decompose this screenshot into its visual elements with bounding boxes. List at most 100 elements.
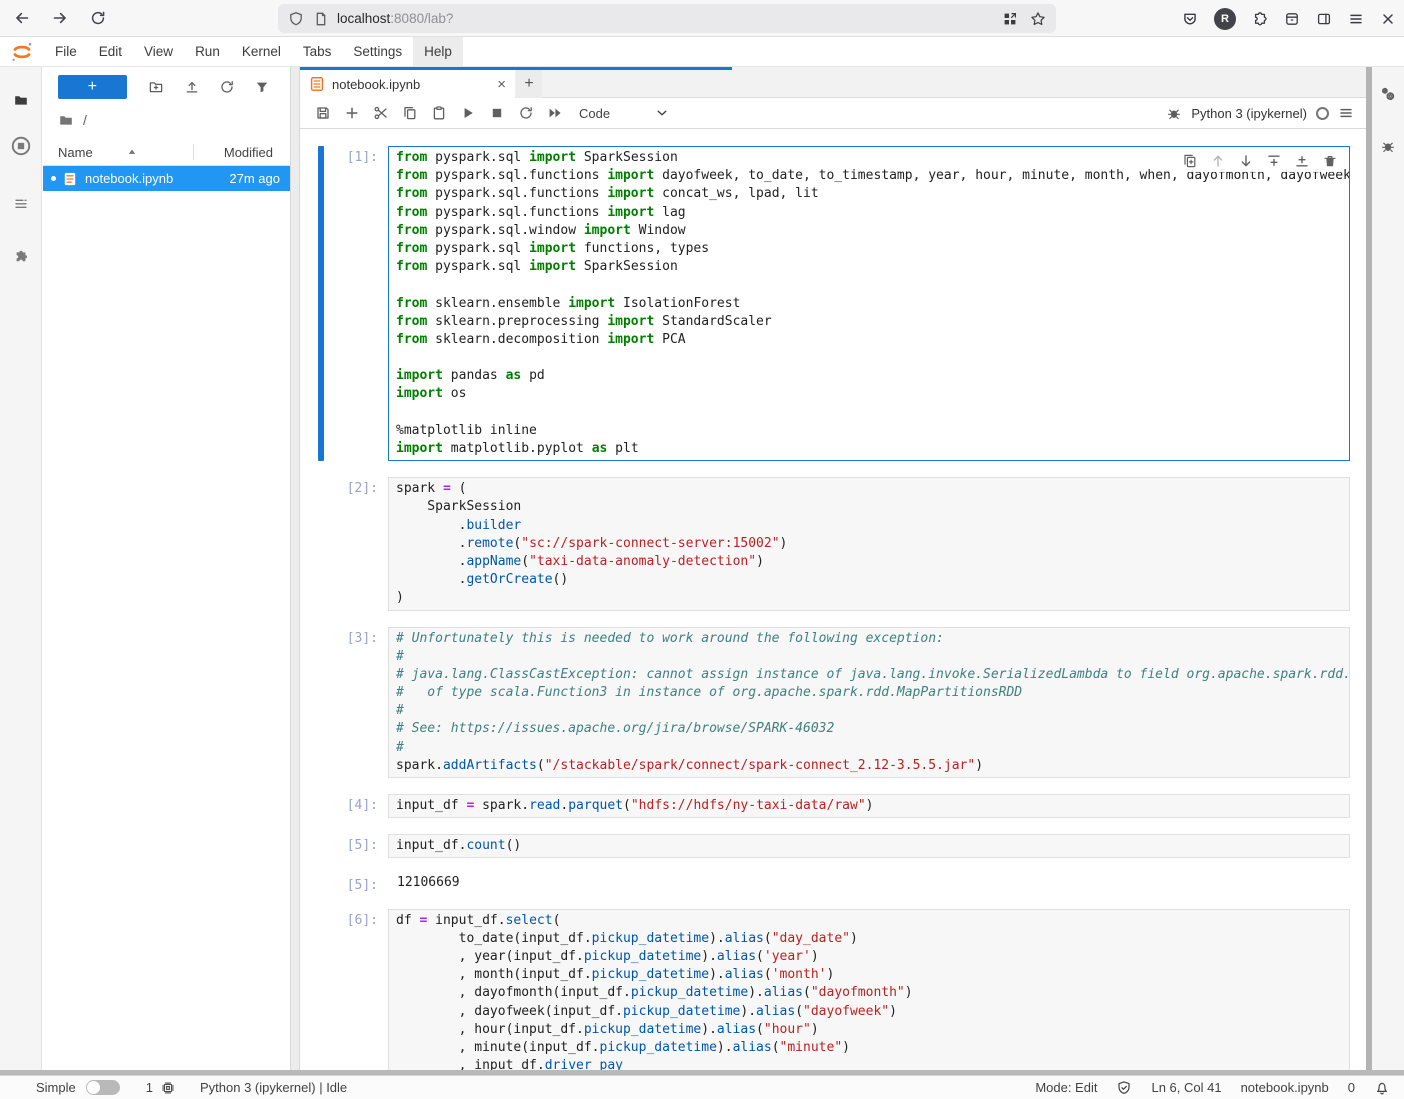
file-row-notebook[interactable]: notebook.ipynb 27m ago: [43, 166, 290, 191]
url-bar[interactable]: localhost:8080/lab?: [278, 4, 1056, 33]
menu-edit[interactable]: Edit: [88, 37, 133, 66]
cell-editor[interactable]: from pyspark.sql import SparkSessionfrom…: [388, 146, 1350, 461]
back-icon[interactable]: [6, 3, 38, 33]
file-browser-tab-icon[interactable]: [0, 85, 42, 115]
cell-input-prompt: [3]:: [300, 631, 378, 646]
code-cell-2[interactable]: [2]: spark = ( SparkSession .builder .rem…: [300, 477, 1366, 610]
menu-settings[interactable]: Settings: [342, 37, 413, 66]
page-icon[interactable]: [313, 11, 329, 27]
pocket-icon[interactable]: [1182, 11, 1198, 27]
jupyter-menubar: FileEditViewRunKernelTabsSettingsHelp: [0, 37, 1404, 67]
breadcrumb[interactable]: /: [43, 107, 290, 133]
notification-count: 0: [1348, 1080, 1355, 1095]
move-up-icon[interactable]: [1209, 152, 1227, 170]
column-name[interactable]: Name: [58, 145, 137, 160]
cell-editor[interactable]: spark = ( SparkSession .builder .remote(…: [388, 477, 1350, 610]
reload-icon[interactable]: [82, 3, 114, 33]
cell-type-dropdown[interactable]: Code: [579, 105, 670, 121]
insert-below-icon[interactable]: [1293, 152, 1311, 170]
close-icon[interactable]: [1380, 11, 1396, 27]
cell-collapser[interactable]: [318, 477, 324, 610]
panel-splitter[interactable]: [290, 67, 300, 1070]
table-of-contents-icon[interactable]: [0, 189, 42, 219]
cell-input-prompt: [4]:: [300, 798, 378, 813]
activity-bar: [0, 67, 42, 1070]
code-cell-5[interactable]: [5]:input_df.count(): [300, 834, 1366, 858]
statusbar: Simple 1 Python 3 (ipykernel) | Idle Mod…: [0, 1075, 1404, 1099]
code-cell-1[interactable]: [1]: from pyspark.sql import SparkSession…: [300, 146, 1366, 461]
insert-above-icon[interactable]: [1265, 152, 1283, 170]
debugger-icon[interactable]: [1166, 105, 1182, 121]
code-cell-3[interactable]: [3]: # Unfortunately this is needed to wo…: [300, 627, 1366, 779]
column-modified[interactable]: Modified: [224, 145, 275, 160]
screenshot-grid-icon[interactable]: [1002, 11, 1018, 27]
cell-editor[interactable]: # Unfortunately this is needed to work a…: [388, 627, 1350, 779]
notebook-tab-icon: [309, 76, 325, 92]
restart-kernel-icon[interactable]: [511, 100, 540, 126]
mode-indicator[interactable]: Mode: Edit: [1035, 1080, 1097, 1095]
shield-icon[interactable]: [288, 11, 304, 27]
menu-kernel[interactable]: Kernel: [231, 37, 292, 66]
tab-close-icon[interactable]: ×: [497, 76, 506, 93]
duplicate-icon[interactable]: [1181, 152, 1199, 170]
menu-tabs[interactable]: Tabs: [292, 37, 343, 66]
code-cell-4[interactable]: [4]: input_df = spark.read.parquet("hdfs:…: [300, 794, 1366, 818]
menu-help[interactable]: Help: [413, 37, 463, 66]
jupyter-logo: [0, 37, 44, 66]
copy-icon[interactable]: [395, 100, 424, 126]
add-cell-icon[interactable]: [337, 100, 366, 126]
debugger-sidebar-icon[interactable]: [1372, 133, 1404, 159]
chip-icon[interactable]: [160, 1080, 176, 1096]
new-launcher-button[interactable]: +: [58, 75, 127, 99]
menu-view[interactable]: View: [133, 37, 184, 66]
forward-icon[interactable]: [44, 3, 76, 33]
refresh-icon[interactable]: [209, 75, 244, 99]
extension-icon[interactable]: [1252, 11, 1268, 27]
delete-icon[interactable]: [1321, 152, 1339, 170]
cut-icon[interactable]: [366, 100, 395, 126]
cell-collapser[interactable]: [318, 909, 324, 1070]
toolbar-menu-icon[interactable]: [1338, 105, 1354, 121]
simple-mode-toggle[interactable]: [86, 1080, 120, 1095]
cursor-position[interactable]: Ln 6, Col 41: [1151, 1080, 1221, 1095]
new-tab-button[interactable]: +: [516, 70, 542, 98]
bell-icon[interactable]: [1374, 1080, 1390, 1096]
cell-input-prompt: [1]:: [300, 150, 378, 165]
home-folder-icon[interactable]: [58, 112, 74, 128]
paste-icon[interactable]: [424, 100, 453, 126]
cell-collapser[interactable]: [318, 627, 324, 779]
save-icon[interactable]: [308, 100, 337, 126]
stop-icon[interactable]: [482, 100, 511, 126]
cell-collapser[interactable]: [318, 146, 324, 461]
cell-editor[interactable]: input_df.count(): [388, 834, 1350, 858]
tab-notebook[interactable]: notebook.ipynb ×: [300, 70, 515, 98]
notebook-file-icon: [62, 171, 78, 187]
cell-editor[interactable]: df = input_df.select( to_date(input_df.p…: [388, 909, 1350, 1070]
kernel-status-text[interactable]: Python 3 (ipykernel) | Idle: [200, 1080, 347, 1095]
kernel-count[interactable]: 1: [146, 1080, 153, 1095]
sidebar-toggle-icon[interactable]: [1316, 11, 1332, 27]
account-avatar[interactable]: R: [1214, 8, 1236, 30]
extension-manager-icon[interactable]: [0, 242, 42, 272]
cell-editor[interactable]: input_df = spark.read.parquet("hdfs://hd…: [388, 794, 1350, 818]
filter-icon[interactable]: [245, 75, 280, 99]
property-inspector-icon[interactable]: [1372, 81, 1404, 107]
cell-input-prompt: [6]:: [300, 913, 378, 928]
right-sidebar: [1372, 67, 1404, 1070]
run-icon[interactable]: [453, 100, 482, 126]
star-icon[interactable]: [1030, 11, 1046, 27]
menu-run[interactable]: Run: [184, 37, 231, 66]
kernel-name[interactable]: Python 3 (ipykernel): [1191, 106, 1307, 121]
restart-run-all-icon[interactable]: [540, 100, 569, 126]
browser-menu-icon[interactable]: [1348, 11, 1364, 27]
new-folder-icon[interactable]: [139, 75, 174, 99]
code-cell-6[interactable]: [6]: df = input_df.select( to_date(input_…: [300, 909, 1366, 1070]
cell-input-prompt: [2]:: [300, 481, 378, 496]
upload-icon[interactable]: [174, 75, 209, 99]
running-sessions-icon[interactable]: [0, 131, 42, 161]
shield-check-icon[interactable]: [1116, 1080, 1132, 1096]
move-down-icon[interactable]: [1237, 152, 1255, 170]
menu-file[interactable]: File: [44, 37, 88, 66]
library-icon[interactable]: [1284, 11, 1300, 27]
breadcrumb-root[interactable]: /: [83, 112, 87, 128]
